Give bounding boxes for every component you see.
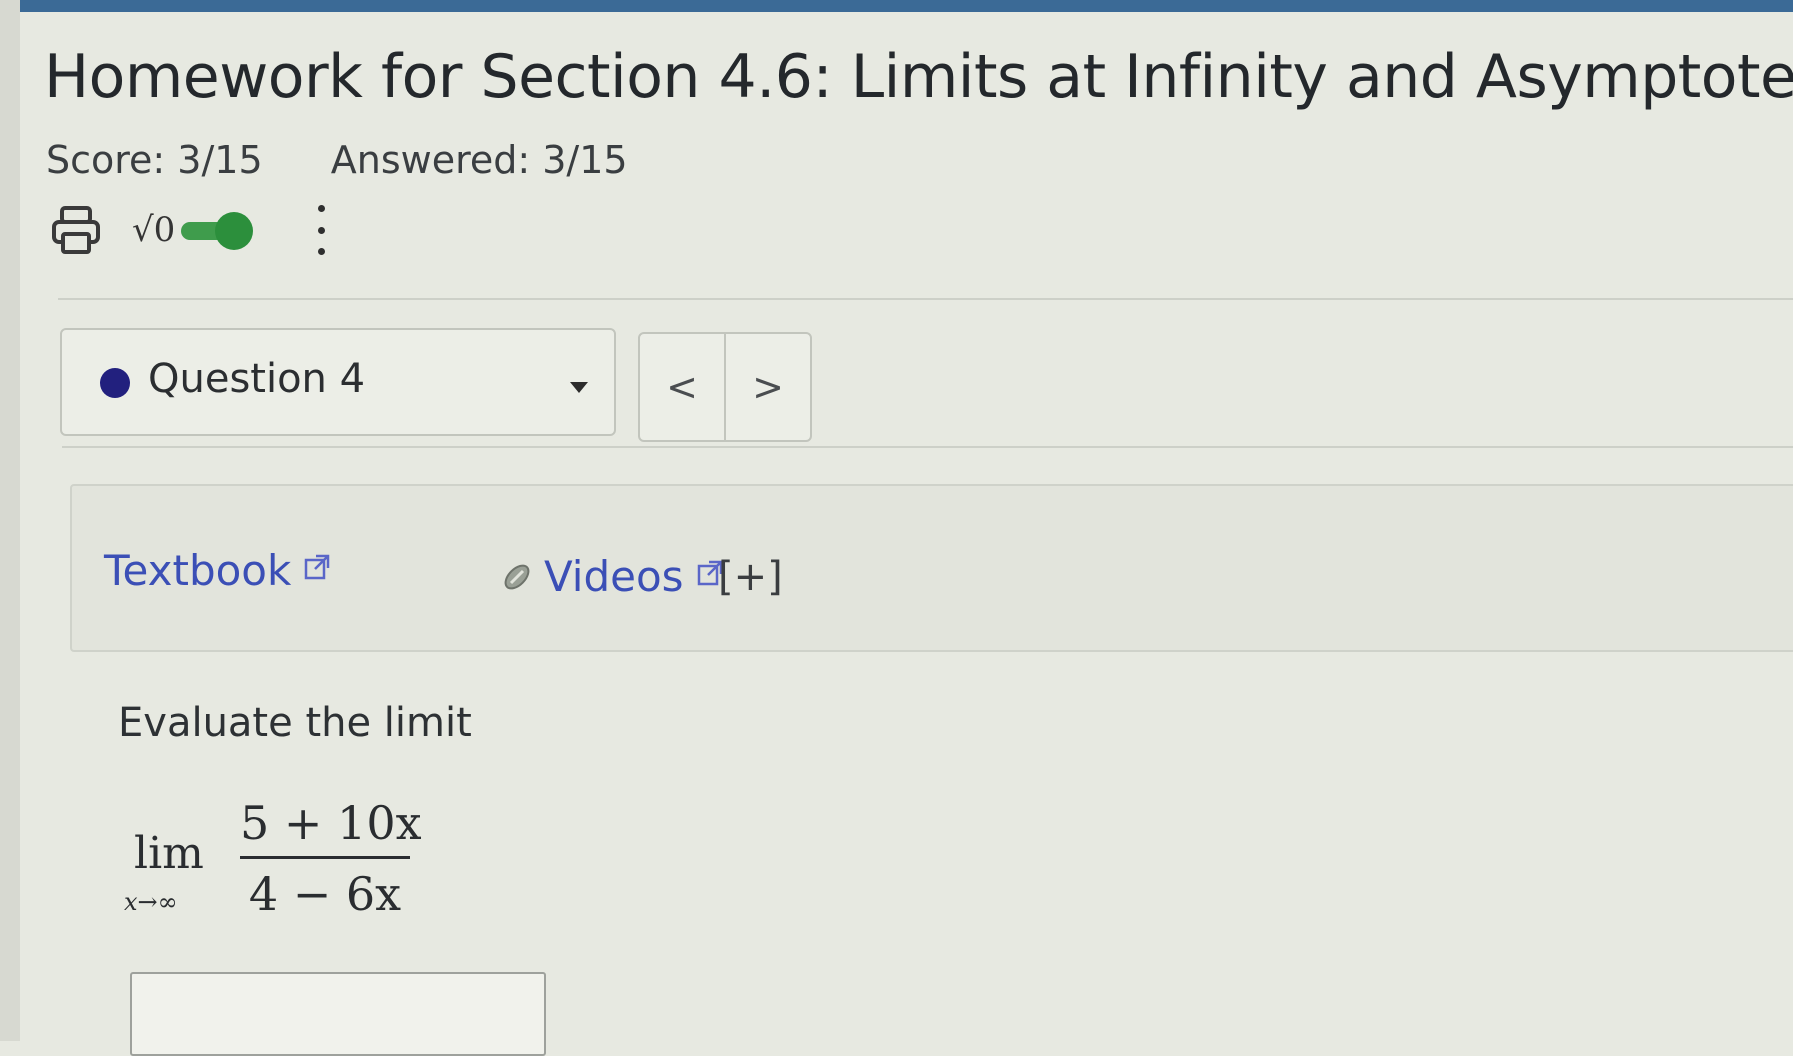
- question-prompt: Evaluate the limit: [118, 700, 472, 746]
- lim-subscript: x→∞: [124, 888, 178, 916]
- answered-text: Answered: 3/15: [330, 138, 628, 182]
- left-edge: [0, 0, 20, 1041]
- videos-link[interactable]: Videos: [500, 552, 724, 601]
- chevron-down-icon: [570, 382, 588, 393]
- answer-input[interactable]: [130, 972, 546, 1056]
- question-select[interactable]: Question 4: [60, 328, 616, 436]
- sqrt-icon: √0: [132, 210, 176, 250]
- fraction-bar: [240, 856, 410, 859]
- fraction-denominator: 4 − 6x: [248, 867, 402, 921]
- question-select-label: Question 4: [148, 356, 366, 402]
- divider: [62, 446, 1793, 448]
- fraction-numerator: 5 + 10x: [240, 796, 422, 850]
- divider: [58, 298, 1793, 300]
- expand-resources-button[interactable]: [+]: [718, 554, 783, 600]
- math-display-toggle[interactable]: [181, 212, 261, 250]
- paperclip-icon: [504, 564, 530, 589]
- question-status-dot: [100, 368, 130, 398]
- lim-operator: lim: [134, 828, 204, 879]
- videos-link-label: Videos: [544, 552, 684, 601]
- textbook-link[interactable]: Textbook: [104, 546, 331, 595]
- external-link-icon: [305, 554, 330, 579]
- page-title: Homework for Section 4.6: Limits at Infi…: [44, 42, 1793, 112]
- fraction: 5 + 10x 4 − 6x: [240, 796, 422, 921]
- previous-question-button[interactable]: <: [640, 334, 726, 440]
- question-nav-buttons: < >: [638, 332, 812, 442]
- textbook-link-label: Textbook: [104, 546, 292, 595]
- printer-icon[interactable]: [50, 204, 102, 256]
- kebab-menu-icon[interactable]: [313, 205, 329, 255]
- score-text: Score: 3/15: [46, 138, 263, 182]
- help-resources-panel: Textbook Videos [+]: [70, 484, 1793, 652]
- toolbar: √0: [50, 200, 329, 260]
- next-question-button[interactable]: >: [726, 334, 810, 440]
- toggle-knob: [215, 212, 254, 250]
- score-line: Score: 3/15 Answered: 3/15: [46, 138, 684, 182]
- top-header-bar: [0, 0, 1793, 12]
